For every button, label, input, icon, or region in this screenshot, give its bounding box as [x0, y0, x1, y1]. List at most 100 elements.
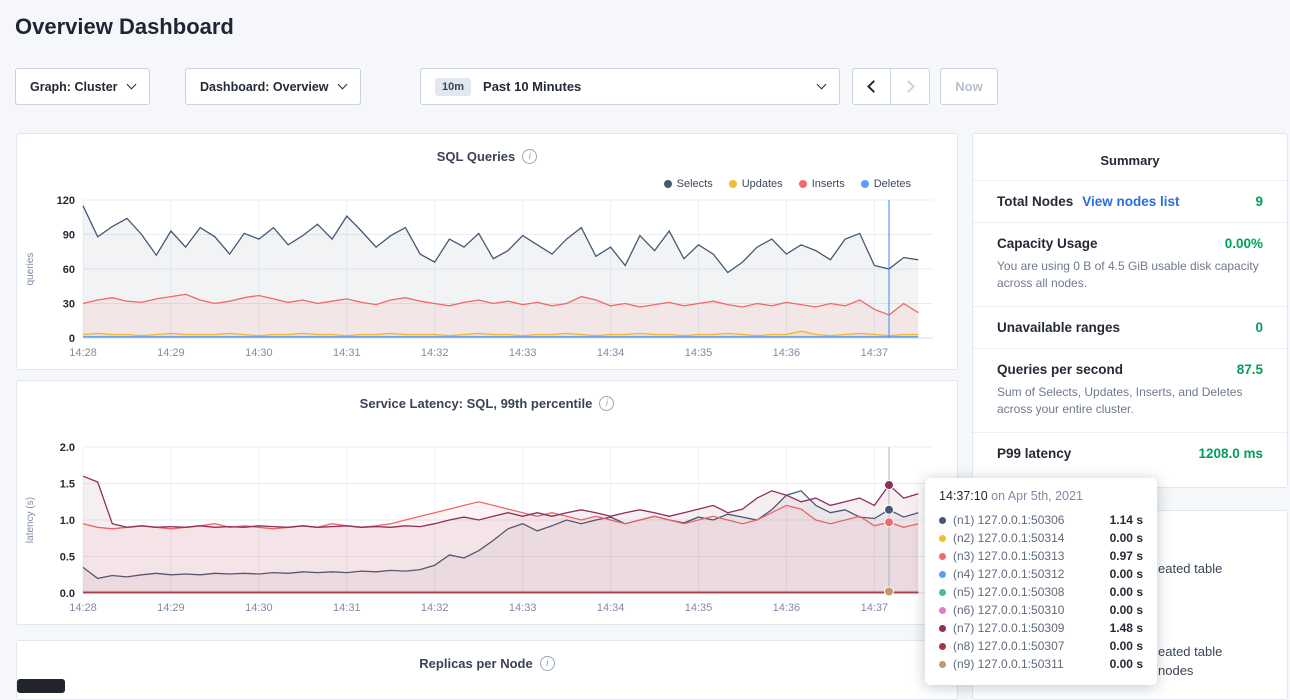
- qps-description: Sum of Selects, Updates, Inserts, and De…: [997, 384, 1263, 419]
- svg-text:14:37: 14:37: [861, 602, 889, 614]
- tooltip-node-value: 0.00 s: [1099, 585, 1143, 599]
- p99-value: 1208.0 ms: [1198, 446, 1263, 461]
- summary-row-p99: P99 latency 1208.0 ms: [973, 432, 1287, 474]
- tooltip-row: (n3) 127.0.0.1:503130.97 s: [939, 547, 1143, 565]
- sql-queries-chart[interactable]: 030609012014:2814:2914:3014:3114:3214:33…: [21, 192, 953, 364]
- now-label: Now: [955, 79, 982, 94]
- service-latency-title: Service Latency: SQL, 99th percentile: [360, 396, 593, 411]
- now-button[interactable]: Now: [940, 68, 998, 105]
- info-icon[interactable]: i: [540, 656, 555, 671]
- tooltip-row: (n2) 127.0.0.1:503140.00 s: [939, 529, 1143, 547]
- tooltip-node-value: 1.14 s: [1099, 513, 1143, 527]
- time-prev-button[interactable]: [852, 68, 891, 105]
- legend-item-inserts[interactable]: Inserts: [799, 178, 845, 190]
- chart-hover-tooltip: 14:37:10 on Apr 5th, 2021 (n1) 127.0.0.1…: [925, 478, 1157, 685]
- sql-queries-title-row: SQL Queries i: [17, 149, 957, 164]
- svg-text:14:28: 14:28: [69, 347, 97, 359]
- summary-row-capacity: Capacity Usage 0.00% You are using 0 B o…: [973, 222, 1287, 306]
- tooltip-node-label: (n3) 127.0.0.1:50313: [953, 549, 1099, 563]
- legend-label: Selects: [677, 178, 713, 190]
- graph-scope-label: Graph: Cluster: [30, 80, 118, 94]
- legend-dot-icon: [729, 180, 737, 188]
- chevron-down-icon: [337, 80, 347, 90]
- dashboard-dropdown[interactable]: Dashboard: Overview: [185, 68, 361, 105]
- svg-text:0: 0: [69, 333, 75, 345]
- replicas-title-row: Replicas per Node i: [17, 656, 957, 671]
- total-nodes-label: Total Nodes: [997, 194, 1073, 209]
- page-title: Overview Dashboard: [15, 14, 234, 40]
- event-item-fragment: eated table: [1158, 644, 1222, 659]
- svg-text:14:31: 14:31: [333, 602, 361, 614]
- svg-text:14:34: 14:34: [597, 347, 625, 359]
- event-item-fragment: nodes: [1158, 663, 1193, 678]
- chevron-down-icon: [817, 80, 827, 90]
- node-color-dot-icon: [939, 571, 946, 578]
- time-range-label: Past 10 Minutes: [483, 79, 581, 94]
- tooltip-node-label: (n5) 127.0.0.1:50308: [953, 585, 1099, 599]
- legend-item-updates[interactable]: Updates: [729, 178, 783, 190]
- tooltip-node-value: 0.00 s: [1099, 567, 1143, 581]
- svg-text:14:31: 14:31: [333, 347, 361, 359]
- summary-row-qps: Queries per second 87.5 Sum of Selects, …: [973, 348, 1287, 432]
- svg-text:1.0: 1.0: [60, 515, 75, 527]
- legend-item-selects[interactable]: Selects: [664, 178, 713, 190]
- tooltip-node-label: (n2) 127.0.0.1:50314: [953, 531, 1099, 545]
- sql-queries-title: SQL Queries: [437, 149, 516, 164]
- svg-text:14:34: 14:34: [597, 602, 625, 614]
- tooltip-time: 14:37:10: [939, 489, 988, 503]
- svg-text:latency (s): latency (s): [25, 497, 36, 543]
- info-icon[interactable]: i: [522, 149, 537, 164]
- tooltip-row: (n7) 127.0.0.1:503091.48 s: [939, 619, 1143, 637]
- time-next-button[interactable]: [891, 68, 930, 105]
- unavailable-ranges-value: 0: [1255, 320, 1263, 335]
- tooltip-node-value: 1.48 s: [1099, 621, 1143, 635]
- graph-scope-dropdown[interactable]: Graph: Cluster: [15, 68, 150, 105]
- total-nodes-value: 9: [1255, 194, 1263, 209]
- time-range-dropdown[interactable]: 10m Past 10 Minutes: [420, 68, 840, 105]
- tooltip-node-value: 0.00 s: [1099, 603, 1143, 617]
- tooltip-timestamp: 14:37:10 on Apr 5th, 2021: [939, 489, 1143, 503]
- event-item-fragment: eated table: [1158, 561, 1222, 576]
- p99-label: P99 latency: [997, 446, 1071, 461]
- time-range-badge: 10m: [435, 78, 471, 96]
- svg-text:30: 30: [63, 299, 75, 311]
- tooltip-row: (n5) 127.0.0.1:503080.00 s: [939, 583, 1143, 601]
- svg-text:14:33: 14:33: [509, 602, 537, 614]
- node-color-dot-icon: [939, 607, 946, 614]
- node-color-dot-icon: [939, 661, 946, 668]
- svg-text:14:32: 14:32: [421, 347, 449, 359]
- tooltip-node-label: (n4) 127.0.0.1:50312: [953, 567, 1099, 581]
- svg-text:0.0: 0.0: [60, 588, 75, 600]
- replicas-title: Replicas per Node: [419, 656, 532, 671]
- node-color-dot-icon: [939, 517, 946, 524]
- svg-text:14:37: 14:37: [861, 347, 889, 359]
- legend-item-deletes[interactable]: Deletes: [861, 178, 911, 190]
- svg-text:90: 90: [63, 230, 75, 242]
- tooltip-node-label: (n9) 127.0.0.1:50311: [953, 657, 1099, 671]
- summary-title: Summary: [973, 134, 1287, 180]
- summary-row-unavailable-ranges: Unavailable ranges 0: [973, 306, 1287, 348]
- node-color-dot-icon: [939, 589, 946, 596]
- svg-text:14:29: 14:29: [157, 602, 185, 614]
- svg-text:14:30: 14:30: [245, 602, 273, 614]
- view-nodes-list-link[interactable]: View nodes list: [1082, 194, 1179, 209]
- tooltip-node-label: (n7) 127.0.0.1:50309: [953, 621, 1099, 635]
- legend-dot-icon: [861, 180, 869, 188]
- capacity-label: Capacity Usage: [997, 236, 1098, 251]
- svg-text:0.5: 0.5: [60, 552, 75, 564]
- service-latency-chart[interactable]: 0.00.51.01.52.014:2814:2914:3014:3114:32…: [21, 437, 953, 619]
- legend-label: Inserts: [812, 178, 845, 190]
- svg-text:2.0: 2.0: [60, 442, 75, 454]
- tooltip-row: (n1) 127.0.0.1:503061.14 s: [939, 511, 1143, 529]
- svg-text:14:32: 14:32: [421, 602, 449, 614]
- qps-value: 87.5: [1237, 362, 1263, 377]
- tooltip-row: (n9) 127.0.0.1:503110.00 s: [939, 655, 1143, 673]
- chevron-right-icon: [902, 80, 915, 93]
- info-icon[interactable]: i: [599, 396, 614, 411]
- legend-dot-icon: [799, 180, 807, 188]
- svg-text:14:33: 14:33: [509, 347, 537, 359]
- partial-axis-tooltip: [17, 679, 65, 693]
- capacity-description: You are using 0 B of 4.5 GiB usable disk…: [997, 258, 1263, 293]
- svg-text:14:30: 14:30: [245, 347, 273, 359]
- service-latency-panel: Service Latency: SQL, 99th percentile i …: [16, 380, 958, 625]
